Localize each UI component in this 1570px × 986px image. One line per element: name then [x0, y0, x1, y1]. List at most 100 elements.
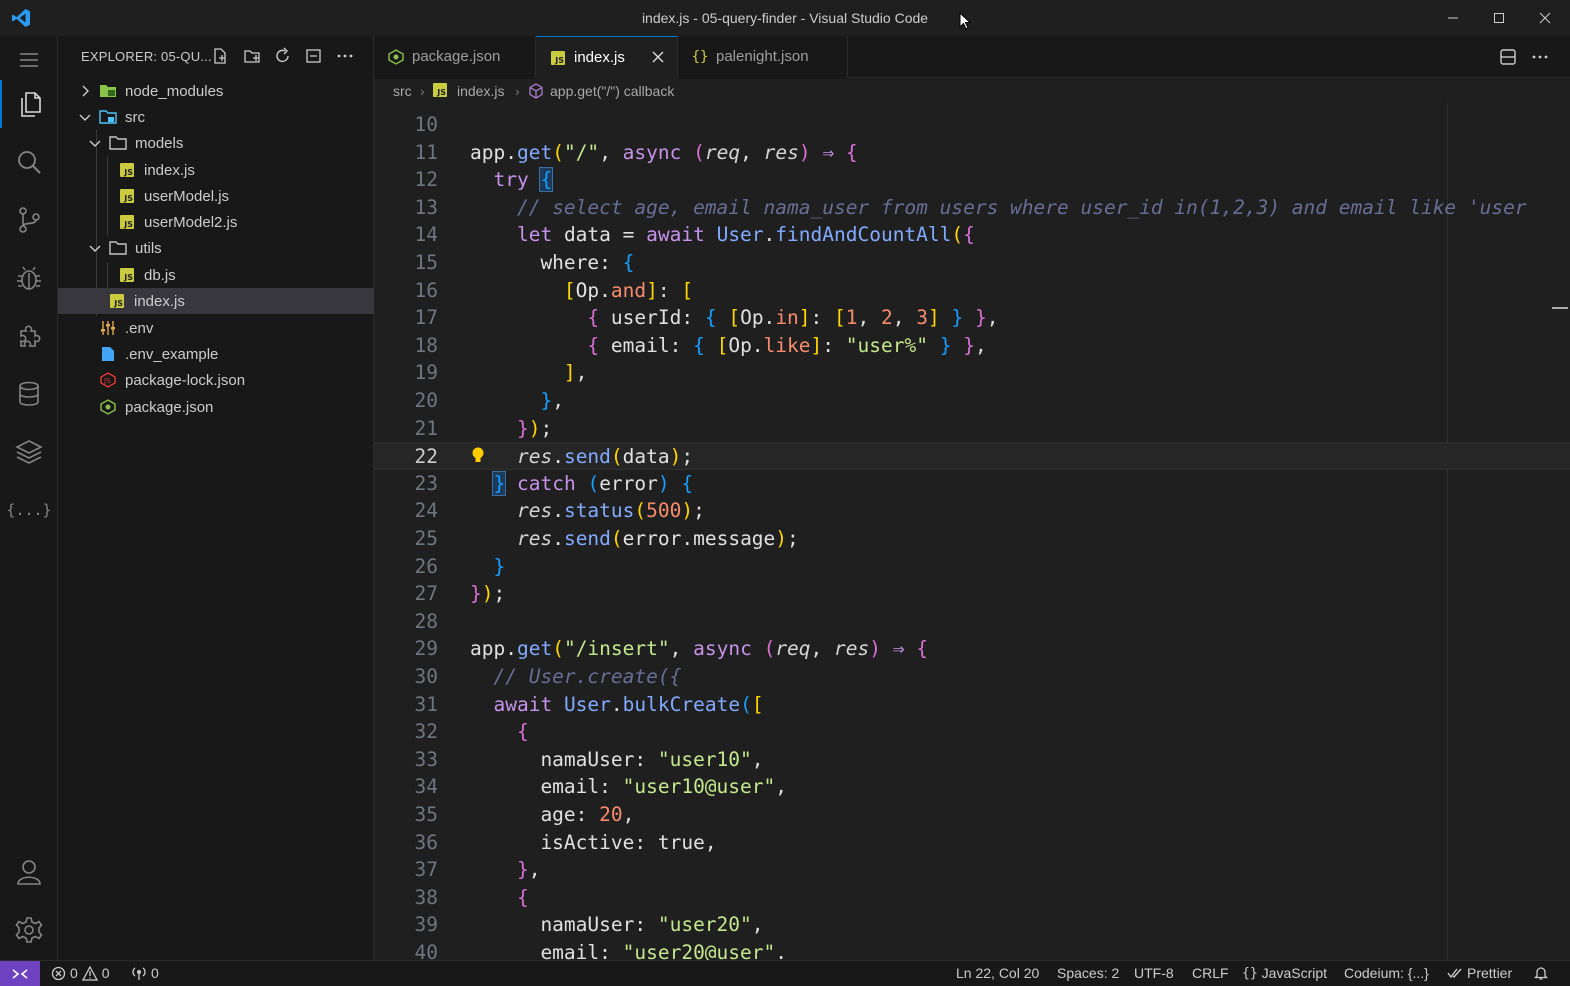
- json-activity-button[interactable]: {...}: [0, 486, 58, 534]
- explorer-activity-button[interactable]: [0, 80, 58, 128]
- code-line[interactable]: 25 res.send(error.message);: [374, 525, 1570, 553]
- code-line[interactable]: 36 isActive: true,: [374, 829, 1570, 857]
- code-line[interactable]: 32 {: [374, 718, 1570, 746]
- collapse-all-icon: [306, 49, 321, 63]
- code-line[interactable]: 30 // User.create({: [374, 663, 1570, 691]
- code-line[interactable]: 21 });: [374, 415, 1570, 443]
- files-icon: [21, 92, 41, 117]
- notifications-button[interactable]: [1533, 965, 1549, 981]
- minimize-button[interactable]: [1430, 0, 1476, 36]
- tab-package-json[interactable]: package.json: [374, 36, 536, 78]
- close-window-button[interactable]: [1522, 0, 1568, 36]
- problems-button[interactable]: 0 0: [51, 965, 110, 981]
- code-line[interactable]: 24 res.status(500);: [374, 497, 1570, 525]
- database-activity-button[interactable]: [0, 370, 58, 418]
- code-line[interactable]: 29 app.get("/insert", async (req, res) ⇒ …: [374, 635, 1570, 663]
- js-file-icon: JS: [118, 187, 136, 205]
- code-line[interactable]: 35 age: 20,: [374, 801, 1570, 829]
- codeium-status[interactable]: Codeium: {...}: [1344, 965, 1429, 981]
- code-line[interactable]: 37 },: [374, 856, 1570, 884]
- code-line[interactable]: 40 email: "user20@user".: [374, 939, 1570, 960]
- line-number: 31: [414, 692, 438, 716]
- code-line[interactable]: 10: [374, 111, 1570, 139]
- search-activity-button[interactable]: [0, 138, 58, 186]
- collapse-all-button[interactable]: [304, 46, 324, 66]
- new-file-button[interactable]: [210, 46, 230, 66]
- line-number: 35: [414, 803, 438, 826]
- tree-item-db-js[interactable]: JS db.js: [58, 262, 374, 288]
- error-count: 0: [70, 965, 78, 981]
- extensions-activity-button[interactable]: [0, 312, 58, 360]
- code-line[interactable]: 23 } catch (error) {: [374, 470, 1570, 498]
- end-of-line[interactable]: CRLF: [1192, 965, 1229, 981]
- code-line[interactable]: 16 [Op.and]: [: [374, 277, 1570, 305]
- close-tab-button[interactable]: [649, 48, 667, 66]
- tree-item-src-index-js[interactable]: JS index.js: [58, 288, 374, 314]
- tree-item-models-index-js[interactable]: JS index.js: [58, 157, 374, 183]
- code-line[interactable]: 22 res.send(data);: [374, 442, 1570, 470]
- tree-item-env[interactable]: .env: [58, 315, 374, 341]
- tree-item-env-example[interactable]: .env_example: [58, 341, 374, 367]
- editor-more-actions-button[interactable]: [1529, 46, 1551, 68]
- indentation[interactable]: Spaces: 2: [1057, 965, 1119, 981]
- more-actions-button[interactable]: [335, 46, 355, 66]
- menu-button[interactable]: [0, 36, 58, 84]
- code-text: } catch (error) {: [492, 470, 694, 496]
- code-line[interactable]: 26 }: [374, 553, 1570, 581]
- code-line[interactable]: 12 try {: [374, 166, 1570, 194]
- tree-item-src[interactable]: src: [58, 104, 374, 130]
- layers-activity-button[interactable]: [0, 428, 58, 476]
- code-line[interactable]: 18 { email: { [Op.like]: "user%" } },: [374, 332, 1570, 360]
- ports-button[interactable]: 0: [131, 965, 159, 981]
- code-line[interactable]: 19 ],: [374, 359, 1570, 387]
- settings-activity-button[interactable]: [0, 906, 58, 954]
- code-line[interactable]: 31 await User.bulkCreate([: [374, 691, 1570, 719]
- code-line[interactable]: 34 email: "user10@user",: [374, 773, 1570, 801]
- refresh-button[interactable]: [273, 46, 293, 66]
- code-editor[interactable]: 10 11 app.get("/", async (req, res) ⇒ {12 …: [374, 103, 1570, 960]
- debug-activity-button[interactable]: [0, 254, 58, 302]
- tree-item-models[interactable]: models: [58, 130, 374, 156]
- code-line[interactable]: 20 },: [374, 387, 1570, 415]
- breadcrumb-folder[interactable]: src: [393, 83, 412, 99]
- remote-button[interactable]: [0, 961, 40, 986]
- settings-file-icon: [99, 319, 117, 337]
- source-control-activity-button[interactable]: [0, 196, 58, 244]
- new-folder-button[interactable]: [242, 46, 262, 66]
- tree-item-utils[interactable]: utils: [58, 235, 374, 261]
- accounts-activity-button[interactable]: [0, 848, 58, 896]
- code-line[interactable]: 14 let data = await User.findAndCountAll…: [374, 221, 1570, 249]
- tab-palenight-json[interactable]: {} palenight.json: [678, 36, 848, 78]
- cursor-position[interactable]: Ln 22, Col 20: [956, 965, 1039, 981]
- tree-item-usermodel2-js[interactable]: JS userModel2.js: [58, 209, 374, 235]
- tab-index-js[interactable]: JS index.js: [536, 36, 678, 79]
- js-file-icon: JS: [118, 161, 136, 179]
- code-line[interactable]: 39 namaUser: "user20",: [374, 911, 1570, 939]
- language-mode[interactable]: {} JavaScript: [1242, 965, 1327, 981]
- method-icon: [529, 83, 543, 102]
- tree-item-node-modules[interactable]: node_modules: [58, 78, 374, 104]
- breadcrumb-file[interactable]: index.js: [457, 83, 504, 99]
- code-line[interactable]: 13 // select age, email nama_user from u…: [374, 194, 1570, 222]
- code-line[interactable]: 38 {: [374, 884, 1570, 912]
- code-line[interactable]: 28: [374, 608, 1570, 636]
- tree-item-package-lock-json[interactable]: JS package-lock.json: [58, 367, 374, 393]
- encoding[interactable]: UTF-8: [1134, 965, 1174, 981]
- code-text: { email: { [Op.like]: "user%" } },: [587, 333, 987, 357]
- prettier-status[interactable]: Prettier: [1447, 965, 1512, 981]
- line-number: 38: [414, 885, 438, 909]
- split-editor-button[interactable]: [1497, 46, 1519, 68]
- maximize-button[interactable]: [1476, 0, 1522, 36]
- lightbulb-icon[interactable]: [471, 446, 487, 466]
- tree-item-usermodel-js[interactable]: JS userModel.js: [58, 183, 374, 209]
- tree-item-package-json[interactable]: package.json: [58, 394, 374, 420]
- folder-open-icon: [109, 134, 127, 152]
- line-number: 36: [414, 830, 438, 854]
- code-line[interactable]: 15 where: {: [374, 249, 1570, 277]
- code-line[interactable]: 27});: [374, 580, 1570, 608]
- code-line[interactable]: 33 namaUser: "user10",: [374, 746, 1570, 774]
- code-text: },: [516, 858, 541, 882]
- code-line[interactable]: 11 app.get("/", async (req, res) ⇒ {: [374, 139, 1570, 167]
- code-line[interactable]: 17 { userId: { [Op.in]: [1, 2, 3] } },: [374, 304, 1570, 332]
- breadcrumb-symbol[interactable]: app.get("/") callback: [550, 83, 674, 99]
